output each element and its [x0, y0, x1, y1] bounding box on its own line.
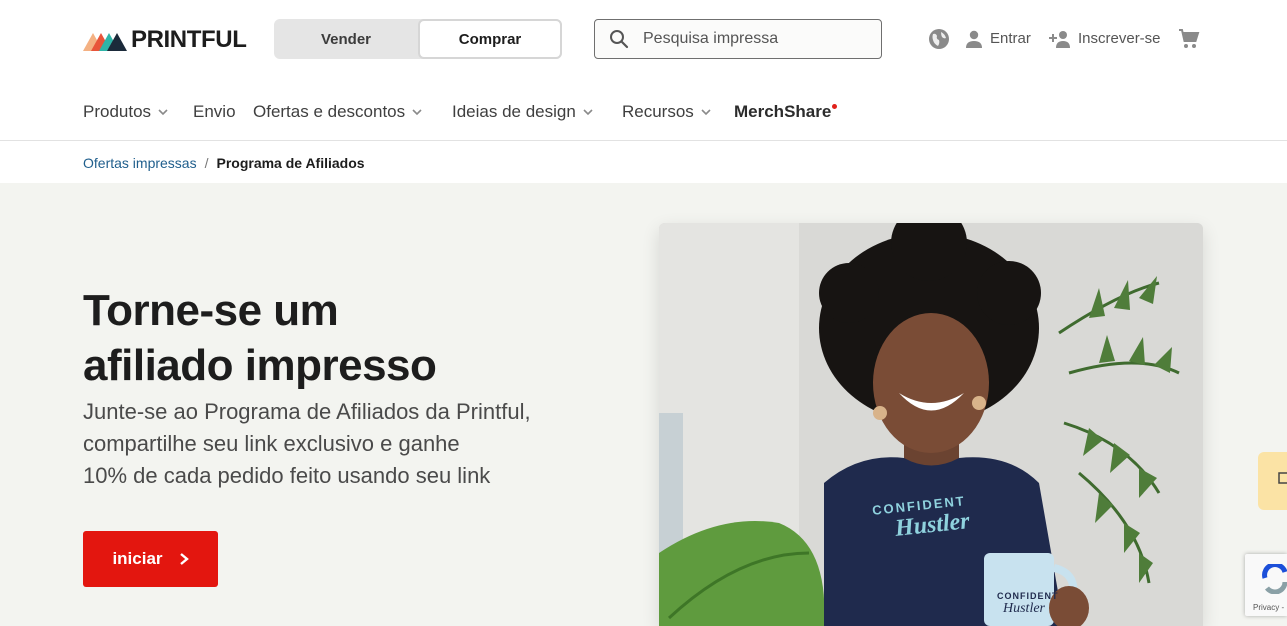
start-button-label: iniciar: [112, 549, 163, 568]
sign-in-label: Entrar: [990, 30, 1031, 47]
hero-subtitle-line-3: 10% de cada pedido feito usando seu link: [83, 463, 491, 488]
hero-title-line-1: Torne-se um: [83, 286, 339, 335]
start-button[interactable]: iniciar: [83, 531, 218, 587]
breadcrumb: Ofertas impressas / Programa de Afiliado…: [83, 153, 365, 173]
nav-item-deals[interactable]: Ofertas e descontos: [253, 101, 423, 123]
hero-section: Torne-se um afiliado impresso Junte-se a…: [0, 183, 1287, 626]
notification-dot: [832, 103, 838, 109]
nav-item-shipping[interactable]: Envio: [193, 101, 236, 123]
language-selector[interactable]: [928, 27, 950, 51]
sign-up-link[interactable]: Inscrever-se: [1048, 27, 1161, 51]
hero-title-line-2: afiliado impresso: [83, 341, 437, 390]
feedback-tab[interactable]: [1258, 452, 1287, 510]
printful-logo[interactable]: PRINTFUL: [83, 26, 247, 53]
nav-item-label: MerchShare: [734, 102, 832, 121]
chevron-down-icon: [583, 109, 593, 116]
logo-text: PRINTFUL: [131, 26, 247, 53]
user-icon: [966, 30, 982, 48]
hero-subtitle: Junte-se ao Programa de Afiliados da Pri…: [83, 396, 603, 492]
nav-item-label: Ideias de design: [452, 102, 576, 121]
nav-item-label: Produtos: [83, 102, 152, 121]
nav-item-label: Ofertas e descontos: [253, 102, 406, 121]
chevron-right-icon: [179, 553, 189, 565]
globe-icon: [929, 29, 949, 49]
chat-icon: [1278, 472, 1287, 484]
buy-toggle-button[interactable]: Comprar: [418, 19, 562, 59]
mug-print-text-2: Hustler: [1003, 601, 1045, 616]
mug-print-text-1: CONFIDENT: [997, 591, 1059, 601]
nav-item-label: Recursos: [622, 102, 694, 121]
recaptcha-icon: [1262, 564, 1287, 594]
hero-photo-illustration: [659, 223, 1203, 626]
recaptcha-badge[interactable]: Privacy -: [1245, 554, 1287, 616]
recaptcha-privacy-label: Privacy -: [1253, 603, 1285, 612]
nav-item-products[interactable]: Produtos: [83, 101, 169, 123]
chevron-down-icon: [158, 109, 168, 116]
sell-toggle-button[interactable]: Vender: [274, 19, 418, 59]
cart-icon: [1179, 29, 1200, 48]
hero-title: Torne-se um afiliado impresso: [83, 283, 583, 393]
top-header: PRINTFUL Vender Comprar Entrar: [0, 0, 1287, 80]
nav-item-label: Envio: [193, 102, 236, 121]
chevron-down-icon: [701, 109, 711, 116]
breadcrumb-separator: /: [204, 155, 209, 171]
nav-item-merchshare[interactable]: MerchShare: [734, 101, 838, 123]
breadcrumb-link-print-deals[interactable]: Ofertas impressas: [83, 155, 197, 171]
breadcrumb-current: Programa de Afiliados: [216, 155, 365, 171]
nav-item-resources[interactable]: Recursos: [622, 101, 712, 123]
printful-logo-mark-icon: [83, 33, 127, 51]
sign-in-link[interactable]: Entrar: [964, 27, 1031, 51]
search-box: [594, 19, 882, 59]
nav-item-design-ideas[interactable]: Ideias de design: [452, 101, 594, 123]
hero-subtitle-line-2: compartilhe seu link exclusivo e ganhe: [83, 431, 460, 456]
sign-up-label: Inscrever-se: [1078, 30, 1161, 47]
sell-buy-toggle: Vender Comprar: [274, 19, 562, 59]
add-user-icon: [1049, 31, 1070, 48]
search-input[interactable]: [643, 30, 863, 48]
hero-subtitle-line-1: Junte-se ao Programa de Afiliados da Pri…: [83, 399, 531, 424]
hero-image: CONFIDENT Hustler CONFIDENT Hustler: [659, 223, 1203, 626]
main-nav: Produtos Envio Ofertas e descontos Ideia…: [0, 80, 1287, 141]
search-icon[interactable]: [609, 29, 629, 49]
chevron-down-icon: [412, 109, 422, 116]
cart-button[interactable]: [1178, 27, 1200, 51]
